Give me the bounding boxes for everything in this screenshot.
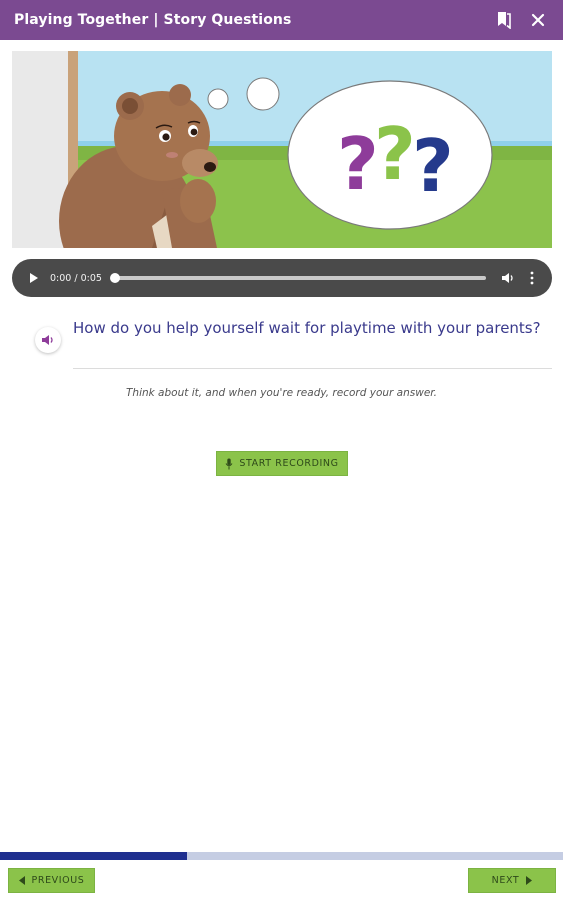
lesson-progress-bar (0, 852, 563, 860)
start-recording-button[interactable]: START RECORDING (216, 451, 348, 476)
speaker-icon[interactable] (35, 327, 61, 353)
question-mark-1: ? (337, 122, 379, 206)
question-mark-2: ? (374, 112, 416, 196)
next-label: NEXT (491, 875, 520, 886)
play-icon[interactable] (24, 268, 44, 288)
question-mark-3: ? (412, 124, 454, 208)
volume-icon[interactable] (500, 268, 516, 288)
question-text: How do you help yourself wait for playti… (73, 319, 541, 337)
audio-seek-bar[interactable] (109, 273, 486, 283)
start-recording-label: START RECORDING (239, 458, 339, 469)
previous-button[interactable]: PREVIOUS (8, 868, 95, 893)
more-options-icon[interactable] (524, 268, 540, 288)
close-icon[interactable] (527, 9, 549, 31)
chevron-right-icon (526, 876, 533, 885)
audio-time: 0:00 / 0:05 (50, 272, 102, 284)
story-illustration: ? ? ? (12, 51, 552, 248)
progress-fill (0, 852, 188, 860)
next-button[interactable]: NEXT (468, 868, 556, 893)
audio-player: 0:00 / 0:05 (12, 259, 552, 297)
divider (73, 368, 552, 369)
instruction-text: Think about it, and when you're ready, r… (126, 387, 437, 399)
previous-label: PREVIOUS (31, 875, 85, 886)
bookmark-icon[interactable] (493, 9, 515, 31)
header-bar: Playing Together | Story Questions (0, 0, 563, 40)
seek-handle[interactable] (109, 273, 120, 283)
microphone-icon (225, 458, 233, 470)
chevron-left-icon (18, 876, 25, 885)
page-title: Playing Together | Story Questions (14, 12, 292, 28)
